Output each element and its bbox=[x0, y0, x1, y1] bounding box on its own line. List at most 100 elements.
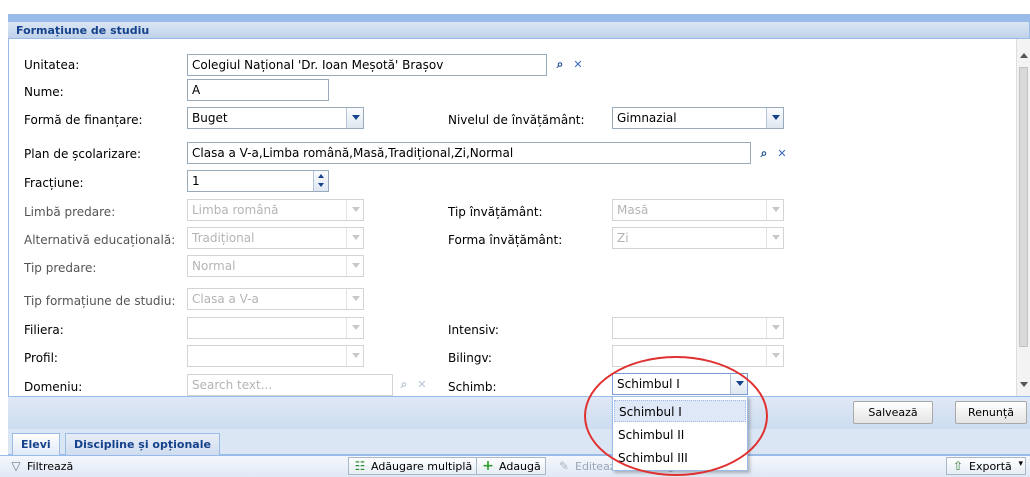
chevron-down-icon bbox=[736, 381, 744, 386]
nume-input[interactable]: A bbox=[187, 79, 329, 101]
filiera-select[interactable] bbox=[187, 317, 364, 339]
tip-formatiune-trigger[interactable] bbox=[346, 289, 363, 309]
label-tip-invatamant: Tip învățământ: bbox=[448, 205, 543, 219]
domeniu-search-icon[interactable]: ⌕ bbox=[396, 376, 412, 392]
scroll-down-arrow-icon[interactable] bbox=[1020, 382, 1028, 387]
plan-field[interactable]: Clasa a V-a,Limba română,Masă,Tradiționa… bbox=[187, 142, 751, 164]
top-strip bbox=[0, 0, 1030, 9]
scroll-up-arrow-icon[interactable] bbox=[1020, 53, 1028, 58]
add-button[interactable]: + Adaugă bbox=[476, 457, 546, 475]
unitatea-clear-icon[interactable]: ✕ bbox=[570, 56, 586, 72]
scroll-thumb[interactable] bbox=[1019, 67, 1028, 347]
limba-trigger[interactable] bbox=[346, 200, 363, 220]
alternativa-value: Tradițional bbox=[192, 231, 255, 245]
chevron-down-icon bbox=[772, 115, 780, 120]
tab-discipline[interactable]: Discipline și opționale bbox=[65, 433, 220, 455]
plan-clear-icon[interactable]: ✕ bbox=[774, 145, 790, 161]
chevron-down-icon bbox=[352, 263, 360, 268]
forma-finantare-value: Buget bbox=[192, 111, 228, 125]
intensiv-select[interactable] bbox=[612, 317, 784, 339]
label-tip-predare: Tip predare: bbox=[24, 261, 97, 275]
fractiune-stepper[interactable]: 1 bbox=[187, 170, 329, 192]
schimb-select[interactable]: Schimbul I bbox=[612, 373, 748, 395]
profil-trigger[interactable] bbox=[346, 346, 363, 366]
label-intensiv: Intensiv: bbox=[448, 323, 499, 337]
export-icon: ⇧ bbox=[952, 459, 964, 473]
chevron-down-icon bbox=[772, 235, 780, 240]
chevron-down-icon bbox=[352, 115, 360, 120]
chevron-down-icon bbox=[352, 296, 360, 301]
chevron-down-icon bbox=[352, 235, 360, 240]
limba-select[interactable]: Limba română bbox=[187, 199, 364, 221]
spin-down-icon[interactable] bbox=[318, 183, 324, 187]
chevron-down-icon bbox=[352, 325, 360, 330]
chevron-down-icon bbox=[772, 207, 780, 212]
limba-value: Limba română bbox=[192, 203, 279, 217]
alternativa-select[interactable]: Tradițional bbox=[187, 227, 364, 249]
label-forma-invatamant: Forma învățământ: bbox=[448, 233, 563, 247]
forma-finantare-trigger[interactable] bbox=[346, 108, 363, 128]
label-domeniu: Domeniu: bbox=[24, 380, 83, 394]
schimb-trigger[interactable] bbox=[730, 374, 747, 394]
bilingv-select[interactable] bbox=[612, 345, 784, 367]
alternativa-trigger[interactable] bbox=[346, 228, 363, 248]
label-nivel: Nivelul de învățământ: bbox=[448, 113, 585, 127]
chevron-down-icon bbox=[772, 325, 780, 330]
chevron-down-icon[interactable]: ▾ bbox=[1018, 459, 1023, 469]
domeniu-clear-icon[interactable]: ✕ bbox=[414, 376, 430, 392]
label-nume: Nume: bbox=[24, 85, 64, 99]
unitatea-search-icon[interactable]: ⌕ bbox=[552, 56, 568, 72]
unitatea-field[interactable]: Colegiul Național 'Dr. Ioan Meșotă' Braș… bbox=[187, 54, 547, 76]
label-filiera: Filiera: bbox=[24, 323, 64, 337]
forma-invatamant-value: Zi bbox=[617, 231, 629, 245]
filter-button-label: Filtrează bbox=[27, 460, 74, 473]
filiera-trigger[interactable] bbox=[346, 318, 363, 338]
panel-header-top-border bbox=[8, 14, 1030, 21]
fractiune-spinner[interactable] bbox=[313, 171, 328, 191]
tab-elevi[interactable]: Elevi bbox=[12, 433, 60, 455]
tip-predare-select[interactable]: Normal bbox=[187, 255, 364, 277]
forma-finantare-select[interactable]: Buget bbox=[187, 107, 364, 129]
schimb-option-1[interactable]: Schimbul I bbox=[614, 400, 746, 422]
vertical-scrollbar[interactable] bbox=[1016, 39, 1030, 396]
profil-select[interactable] bbox=[187, 345, 364, 367]
label-limba: Limbă predare: bbox=[24, 205, 116, 219]
funnel-icon: ▽ bbox=[11, 459, 21, 473]
panel-title: Formațiune de studiu bbox=[8, 21, 1030, 39]
nivel-value: Gimnazial bbox=[617, 111, 677, 125]
plus-icon: + bbox=[482, 458, 494, 474]
chevron-down-icon bbox=[352, 207, 360, 212]
fractiune-value: 1 bbox=[192, 174, 200, 188]
label-forma-finantare: Formă de finanțare: bbox=[24, 113, 143, 127]
nivel-trigger[interactable] bbox=[766, 108, 783, 128]
tip-invatamant-value: Masă bbox=[617, 203, 649, 217]
tip-invatamant-select[interactable]: Masă bbox=[612, 199, 784, 221]
label-schimb: Schimb: bbox=[448, 380, 497, 394]
add-button-label: Adaugă bbox=[499, 460, 541, 473]
cancel-button[interactable]: Renunță bbox=[955, 401, 1027, 424]
schimb-dropdown-list: Schimbul I Schimbul II Schimbul III bbox=[612, 396, 748, 471]
schimb-option-2[interactable]: Schimbul II bbox=[614, 424, 746, 446]
filter-button[interactable]: ▽ Filtrează bbox=[4, 457, 78, 475]
schimb-option-3[interactable]: Schimbul III bbox=[614, 447, 746, 469]
forma-invatamant-select[interactable]: Zi bbox=[612, 227, 784, 249]
plan-search-icon[interactable]: ⌕ bbox=[756, 145, 772, 161]
save-button[interactable]: Salvează bbox=[853, 401, 933, 424]
nivel-select[interactable]: Gimnazial bbox=[612, 107, 784, 129]
spin-up-icon[interactable] bbox=[318, 174, 324, 178]
tip-invatamant-trigger[interactable] bbox=[766, 200, 783, 220]
tip-predare-value: Normal bbox=[192, 259, 236, 273]
forma-invatamant-trigger[interactable] bbox=[766, 228, 783, 248]
export-button[interactable]: ⇧ Exportă ▾ bbox=[946, 457, 1026, 475]
bilingv-trigger[interactable] bbox=[766, 346, 783, 366]
label-tip-formatiune: Tip formațiune de studiu: bbox=[24, 294, 176, 308]
tip-formatiune-select[interactable]: Clasa a V-a bbox=[187, 288, 364, 310]
schimb-value: Schimbul I bbox=[617, 377, 680, 391]
bulk-add-icon: ☷ bbox=[354, 459, 366, 473]
chevron-down-icon bbox=[772, 353, 780, 358]
intensiv-trigger[interactable] bbox=[766, 318, 783, 338]
domeniu-input[interactable]: Search text... bbox=[187, 374, 393, 396]
bulk-add-button[interactable]: ☷ Adăugare multiplă bbox=[348, 457, 478, 475]
tip-predare-trigger[interactable] bbox=[346, 256, 363, 276]
bulk-add-label: Adăugare multiplă bbox=[371, 460, 473, 473]
